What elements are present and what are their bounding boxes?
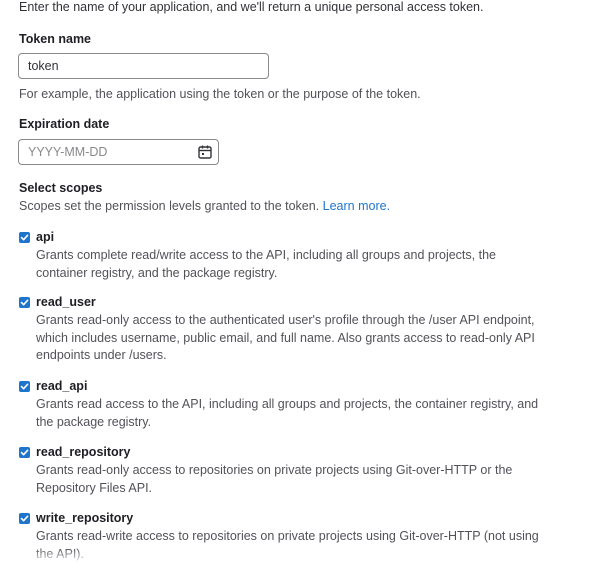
select-scopes-label: Select scopes [19,181,103,195]
intro-text: Enter the name of your application, and … [19,0,484,14]
learn-more-link[interactable]: Learn more. [323,199,390,213]
scope-read-api-description: Grants read access to the API, including… [36,397,539,429]
expiration-date-label: Expiration date [19,117,110,131]
scope-write-repository-checkbox[interactable] [19,513,30,524]
token-name-help: For example, the application using the t… [19,87,421,101]
token-name-input[interactable] [18,53,269,79]
token-name-label: Token name [19,32,92,46]
scopes-help: Scopes set the permission levels granted… [19,198,390,214]
scope-api-name[interactable]: api [36,229,54,245]
scope-read-repository-checkbox[interactable] [19,447,30,458]
scope-api-checkbox[interactable] [19,232,30,243]
scopes-help-text: Scopes set the permission levels granted… [19,199,320,213]
scope-read-user-description: Grants read-only access to the authentic… [36,313,535,362]
scope-read-repository-description: Grants read-only access to repositories … [36,463,513,495]
scope-api-description: Grants complete read/write access to the… [36,248,496,280]
scope-read-api-checkbox[interactable] [19,381,30,392]
scope-read-repository-name[interactable]: read_repository [36,444,130,460]
personal-access-token-form: Enter the name of your application, and … [0,0,600,562]
scope-read-api-name[interactable]: read_api [36,378,87,394]
expiration-date-input[interactable] [19,140,189,164]
scope-read-user-checkbox[interactable] [19,297,30,308]
calendar-icon[interactable] [197,144,213,160]
scope-write-repository-description: Grants read-write access to repositories… [36,529,539,561]
scope-read-user-name[interactable]: read_user [36,294,96,310]
scope-write-repository-name[interactable]: write_repository [36,510,133,526]
expiration-date-field [18,139,219,165]
